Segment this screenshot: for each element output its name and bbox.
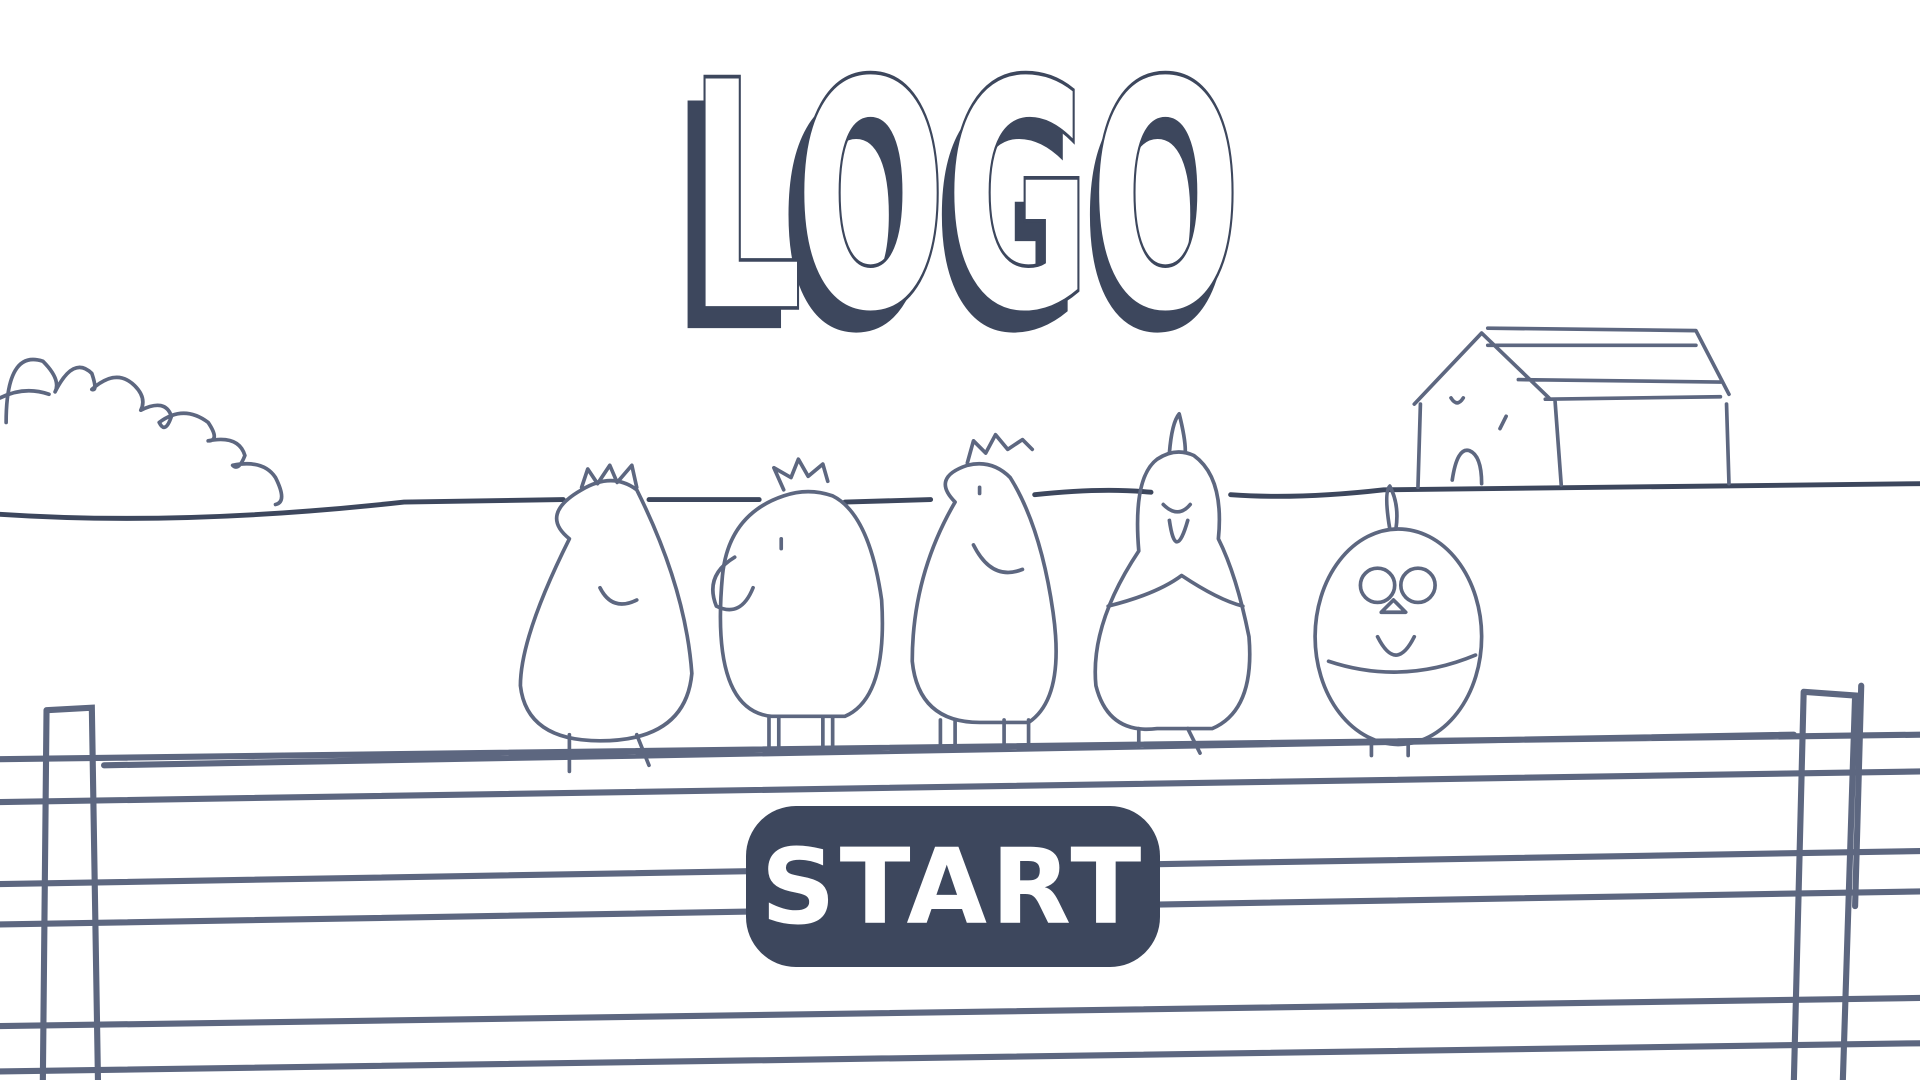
chicken-5 <box>1313 484 1484 758</box>
bush <box>0 357 284 507</box>
game-logo: LOGO LOGO <box>671 12 1244 402</box>
barn <box>1412 326 1731 490</box>
horizon-line <box>0 481 1920 521</box>
chicken-3 <box>910 432 1058 749</box>
start-button[interactable]: START <box>746 806 1160 967</box>
chicken-4 <box>1093 412 1252 755</box>
chicken-1 <box>518 463 694 774</box>
logo-text: LOGO <box>689 16 1240 380</box>
